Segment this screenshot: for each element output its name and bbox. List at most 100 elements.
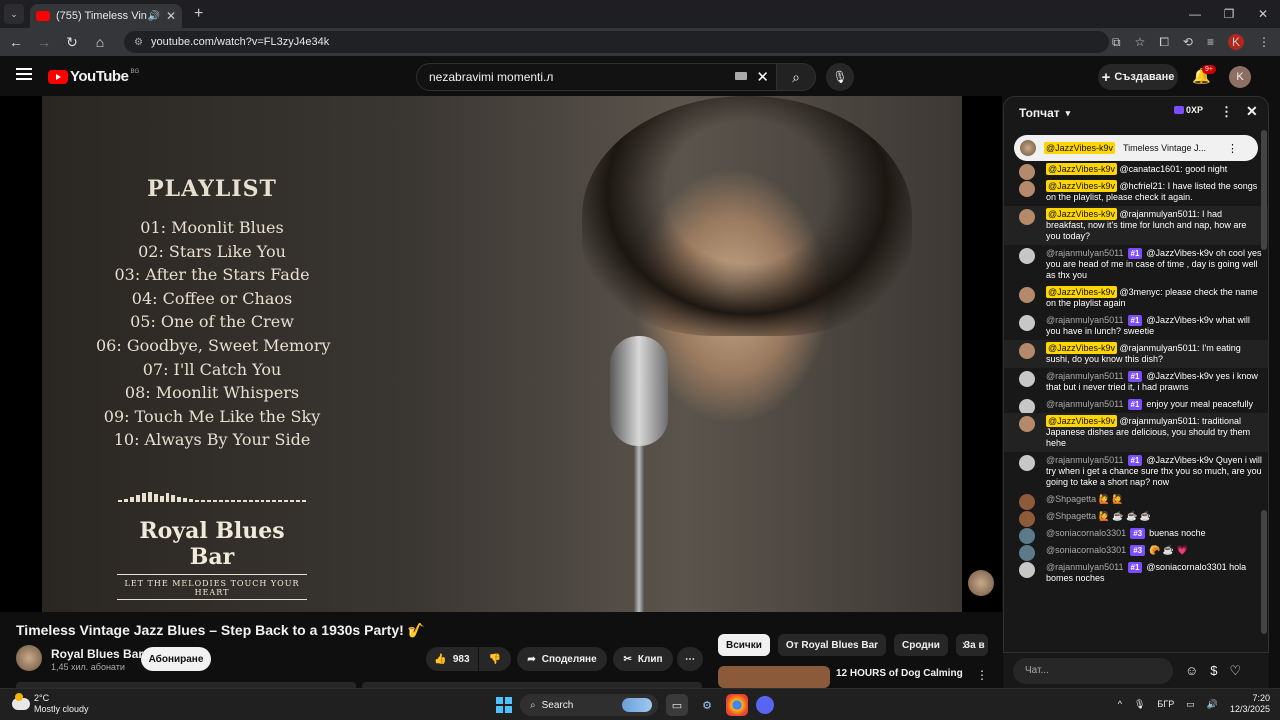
- chat-author-avatar[interactable]: [1019, 315, 1035, 331]
- browser-tab[interactable]: (755) Timeless Vintage Jazz 🔊 ✕: [30, 4, 182, 28]
- dislike-button[interactable]: 👎: [479, 647, 511, 671]
- related-video-menu-icon[interactable]: ⋮: [976, 668, 988, 682]
- super-chat-icon[interactable]: $: [1210, 663, 1217, 678]
- minimize-icon[interactable]: —: [1178, 0, 1212, 28]
- audio-icon[interactable]: 🔊: [147, 11, 159, 22]
- chat-message[interactable]: @Shpagetta 🙋 ☕ ☕ ☕: [1004, 508, 1268, 527]
- chevron-right-icon[interactable]: ›: [962, 636, 967, 652]
- chat-message[interactable]: @rajanmulyan5011 #1 @JazzVibes-k9v yes i k…: [1004, 368, 1268, 396]
- chevron-down-icon[interactable]: ▾: [1066, 108, 1071, 119]
- related-video-thumbnail[interactable]: [718, 666, 830, 688]
- account-avatar[interactable]: K: [1229, 66, 1251, 88]
- more-actions-button[interactable]: ⋯: [677, 647, 703, 671]
- chat-message[interactable]: @soniacornalo3301 #3 🥐 ☕ 💗: [1004, 542, 1268, 561]
- chip-from-channel[interactable]: От Royal Blues Bar: [777, 634, 887, 656]
- url-bar[interactable]: ⚙ youtube.com/watch?v=FL3zyJ4e34k: [124, 31, 1109, 53]
- video-player[interactable]: PLAYLIST 01: Moonlit Blues 02: Stars Lik…: [0, 96, 1002, 612]
- chat-author-avatar[interactable]: [1019, 343, 1035, 359]
- heart-icon[interactable]: ♡: [1230, 663, 1242, 679]
- chat-message[interactable]: @JazzVibes-k9v @3menyc: please check the…: [1004, 284, 1268, 312]
- keyboard-language[interactable]: БГР: [1157, 699, 1174, 709]
- chat-author-name[interactable]: @JazzVibes-k9v: [1046, 163, 1117, 175]
- site-info-icon[interactable]: ⚙: [134, 37, 143, 48]
- create-button[interactable]: + Създаване: [1098, 64, 1178, 90]
- xp-indicator[interactable]: 0XP: [1174, 105, 1203, 115]
- chat-message[interactable]: @rajanmulyan5011 #1 @JazzVibes-k9v oh cool…: [1004, 245, 1268, 284]
- channel-name[interactable]: Royal Blues Bar: [51, 647, 143, 661]
- emoji-icon[interactable]: ☺: [1185, 663, 1198, 678]
- chat-author-name[interactable]: @rajanmulyan5011: [1046, 399, 1124, 409]
- chat-message[interactable]: @JazzVibes-k9v @rajanmulyan5011: I'm eat…: [1004, 340, 1268, 368]
- chip-related[interactable]: Сродни: [894, 634, 948, 656]
- chat-author-name[interactable]: @JazzVibes-k9v: [1046, 180, 1117, 192]
- chat-author-avatar[interactable]: [1019, 181, 1035, 197]
- system-clock[interactable]: 7:20 12/3/2025: [1230, 693, 1270, 715]
- chat-author-name[interactable]: @rajanmulyan5011: [1046, 371, 1124, 381]
- chat-author-name[interactable]: @JazzVibes-k9v: [1046, 342, 1117, 354]
- profile-avatar[interactable]: K: [1228, 34, 1244, 50]
- related-video-title[interactable]: 12 HOURS of Dog Calming Music🐶 Dog Music…: [836, 668, 964, 679]
- chat-message[interactable]: @rajanmulyan5011 #1 enjoy your meal peacef…: [1004, 396, 1268, 415]
- chat-message[interactable]: @soniacornalo3301 #3 buenas noche: [1004, 525, 1268, 544]
- chat-author-name[interactable]: @soniacornalo3301: [1046, 528, 1126, 538]
- channel-avatar[interactable]: [16, 645, 42, 671]
- new-tab-button[interactable]: +: [194, 5, 203, 23]
- search-button[interactable]: ⌕: [776, 63, 816, 91]
- back-icon[interactable]: ←: [4, 34, 28, 50]
- chat-scrollbar[interactable]: [1261, 130, 1267, 250]
- network-icon[interactable]: ▭: [1186, 699, 1195, 710]
- close-window-icon[interactable]: ✕: [1246, 0, 1280, 28]
- menu-icon[interactable]: [16, 68, 32, 80]
- chip-all[interactable]: Всички: [718, 634, 770, 656]
- close-chat-icon[interactable]: ✕: [1246, 103, 1258, 120]
- keyboard-icon[interactable]: [735, 72, 747, 80]
- chat-message[interactable]: @JazzVibes-k9v @canatac1601: good night: [1004, 161, 1268, 180]
- volume-icon[interactable]: 🔊: [1207, 699, 1218, 710]
- close-tab-icon[interactable]: ✕: [166, 9, 176, 23]
- windows-start-icon[interactable]: [496, 697, 512, 713]
- chat-author-name[interactable]: @rajanmulyan5011: [1046, 562, 1124, 572]
- channel-watermark[interactable]: [968, 570, 994, 596]
- chat-author-name[interactable]: @soniacornalo3301: [1046, 545, 1126, 555]
- chat-author-avatar[interactable]: [1019, 248, 1035, 264]
- share-button[interactable]: ➦ Споделяне: [517, 647, 607, 671]
- chat-author-name[interactable]: @Shpagetta: [1046, 511, 1096, 521]
- reload-icon[interactable]: ↻: [60, 34, 84, 51]
- restore-icon[interactable]: ❐: [1212, 0, 1246, 28]
- chat-scrollbar-thumb[interactable]: [1261, 510, 1267, 634]
- chat-author-name[interactable]: @Shpagetta: [1046, 494, 1096, 504]
- tray-overflow-icon[interactable]: ^: [1118, 699, 1122, 709]
- install-app-icon[interactable]: ⧉: [1112, 35, 1121, 50]
- pinned-menu-icon[interactable]: ⋮: [1227, 142, 1238, 155]
- task-view-icon[interactable]: ▭: [666, 694, 688, 716]
- chat-input[interactable]: Чат...: [1013, 657, 1173, 684]
- chat-author-avatar[interactable]: [1019, 455, 1035, 471]
- pinned-message[interactable]: @JazzVibes-k9v Timeless Vintage J... ⋮: [1014, 135, 1258, 161]
- copilot-icon[interactable]: ⚙: [696, 694, 718, 716]
- chat-author-name[interactable]: @rajanmulyan5011: [1046, 455, 1124, 465]
- bookmark-star-icon[interactable]: ☆: [1135, 35, 1146, 49]
- chat-author-avatar[interactable]: [1019, 287, 1035, 303]
- browser-menu-icon[interactable]: ⋮: [1258, 35, 1270, 49]
- forward-icon[interactable]: →: [32, 34, 56, 50]
- voice-search-button[interactable]: 🎙: [826, 63, 854, 91]
- chat-author-name[interactable]: @JazzVibes-k9v: [1046, 286, 1117, 298]
- clear-search-icon[interactable]: ✕: [756, 68, 769, 86]
- chat-menu-icon[interactable]: ⋮: [1220, 104, 1233, 120]
- chat-author-name[interactable]: @rajanmulyan5011: [1046, 315, 1124, 325]
- search-input[interactable]: nezabravimi momenti.л ✕: [416, 63, 778, 91]
- youtube-logo[interactable]: YouTube BG: [48, 68, 139, 85]
- chat-author-name[interactable]: @JazzVibes-k9v: [1046, 415, 1117, 427]
- chat-message[interactable]: @JazzVibes-k9v @hcfriel21: I have listed…: [1004, 178, 1268, 206]
- chat-message[interactable]: @Shpagetta 🙋 🙋: [1004, 491, 1268, 510]
- extensions-icon[interactable]: ⧠: [1159, 35, 1169, 50]
- chat-message[interactable]: @JazzVibes-k9v @rajanmulyan5011: traditi…: [1004, 413, 1268, 452]
- chat-message[interactable]: @rajanmulyan5011 #1 @soniacornalo3301 hola…: [1004, 559, 1268, 587]
- like-button[interactable]: 👍 983: [426, 647, 478, 671]
- chat-author-avatar[interactable]: [1019, 371, 1035, 387]
- taskbar-search[interactable]: ⌕ Search: [520, 694, 658, 716]
- chat-message[interactable]: @JazzVibes-k9v @rajanmulyan5011: I had b…: [1004, 206, 1268, 245]
- subscribe-button[interactable]: Абониране: [141, 647, 211, 671]
- tab-search-icon[interactable]: ⌄: [4, 4, 24, 24]
- media-controls-icon[interactable]: ≡: [1207, 35, 1214, 49]
